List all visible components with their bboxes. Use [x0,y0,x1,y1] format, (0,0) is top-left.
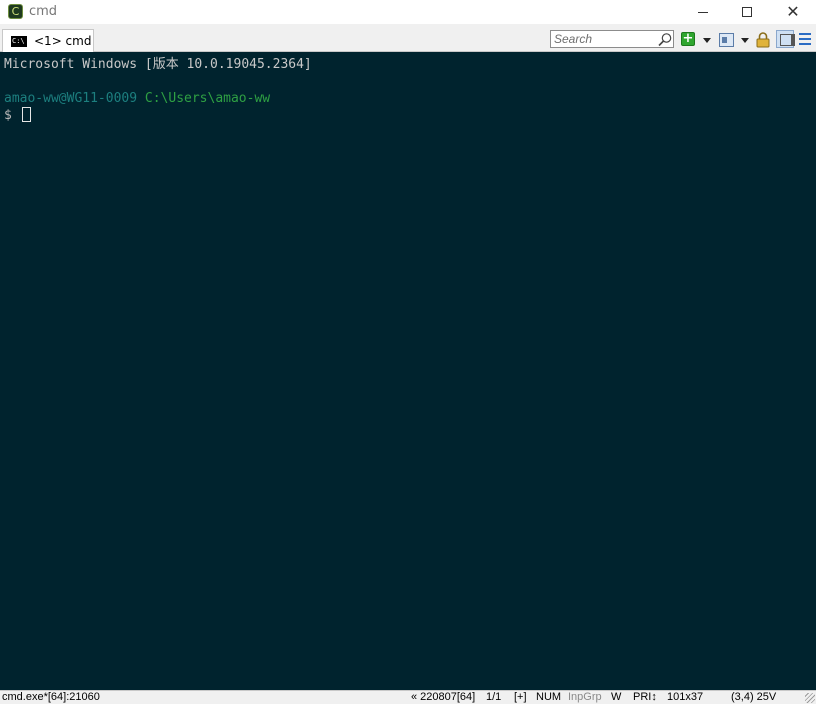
toolbar: C:\ <1> cmd + [0,24,816,52]
status-plus[interactable]: [+] [514,691,527,704]
status-bar: cmd.exe*[64]:21060 « 220807[64] 1/1 [+] … [0,690,816,704]
status-pri[interactable]: PRI↕ [633,691,657,704]
terminal-line-version: Microsoft Windows [版本 10.0.19045.2364] [4,57,312,72]
menu-icon-bar [799,38,811,40]
chevron-down-icon [703,37,711,43]
status-session[interactable]: « 220807[64] [411,691,475,704]
new-console-dropdown[interactable] [702,32,712,48]
chevron-down-icon [741,37,749,43]
minimize-button[interactable] [680,0,726,24]
app-icon-glyph: C [11,5,20,18]
status-cursor-pos[interactable]: (3,4) 25V [731,691,776,704]
maximize-icon [742,7,752,17]
terminal-input-line[interactable]: $ [4,107,816,124]
status-num[interactable]: NUM [536,691,561,704]
window-title: cmd [29,4,58,19]
app-icon[interactable]: C [8,4,23,19]
text-cursor [21,107,31,122]
status-w[interactable]: W [611,691,621,704]
menu-icon [799,33,811,35]
console-icon: C:\ [11,35,27,47]
maximize-button[interactable] [724,0,770,24]
search-box [550,30,674,48]
search-icon[interactable] [657,32,673,47]
new-console-button[interactable]: + [681,32,695,46]
panel-icon[interactable] [776,30,795,48]
lock-button[interactable] [756,32,770,48]
minimize-icon [698,11,708,13]
prompt-symbol: $ [4,108,12,123]
resize-grip[interactable] [805,693,815,703]
current-directory: C:\Users\amao-ww [144,91,271,106]
lock-icon [756,32,770,48]
user-host: amao-ww@WG11-0009 [4,91,138,106]
terminal-prompt-info: amao-ww@WG11-0009 C:\Users\amao-ww [4,90,816,107]
terminal-output[interactable]: Microsoft Windows [版本 10.0.19045.2364] a… [0,52,816,690]
status-console-index[interactable]: 1/1 [486,691,501,704]
status-process[interactable]: cmd.exe*[64]:21060 [2,691,100,704]
tab-console-1[interactable]: C:\ <1> cmd [2,29,94,52]
new-console-icon: + [682,31,694,46]
menu-icon-bar [799,43,811,45]
search-input[interactable] [551,31,655,47]
tab-label: <1> cmd [34,34,92,48]
layout-icon[interactable] [719,33,734,47]
title-bar: C cmd ✕ [0,0,816,24]
menu-button[interactable] [799,33,811,45]
status-inpgrp[interactable]: InpGrp [568,691,602,704]
close-button[interactable]: ✕ [770,0,816,24]
close-icon: ✕ [786,2,800,21]
status-size[interactable]: 101x37 [667,691,703,704]
layout-dropdown[interactable] [740,32,750,48]
